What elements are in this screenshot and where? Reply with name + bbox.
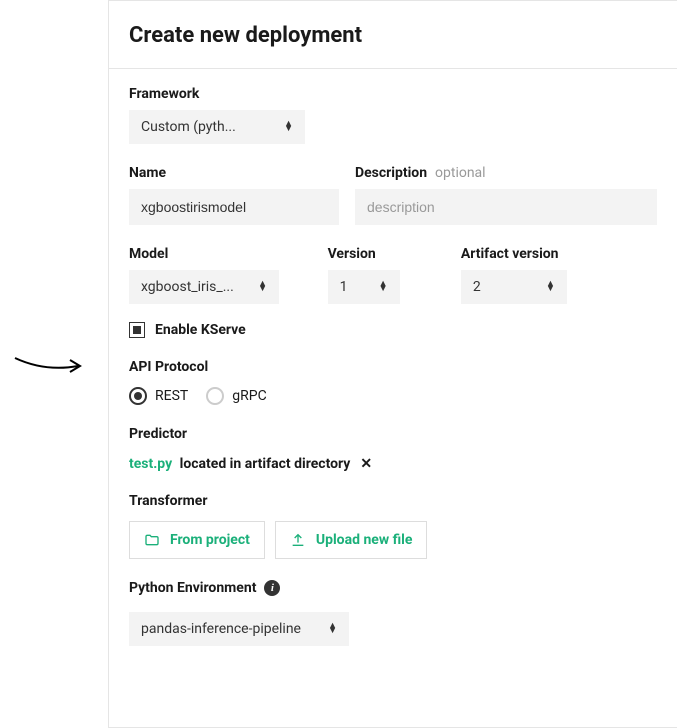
radio-rest-label: REST: [155, 388, 188, 404]
artifact-version-select[interactable]: 2 ▲▼: [461, 270, 567, 304]
name-label: Name: [129, 165, 166, 181]
artifact-version-selected: 2: [473, 279, 481, 295]
page-title: Create new deployment: [129, 23, 657, 48]
radio-grpc-label: gRPC: [232, 388, 266, 404]
version-selected: 1: [340, 279, 348, 295]
checkbox-checked-icon: [133, 326, 141, 334]
name-input[interactable]: [129, 189, 339, 225]
predictor-remove-icon[interactable]: ✕: [360, 456, 372, 472]
radio-grpc[interactable]: gRPC: [206, 387, 266, 405]
description-input[interactable]: [355, 189, 657, 225]
sort-icon: ▲▼: [258, 282, 267, 292]
upload-new-file-button[interactable]: Upload new file: [275, 521, 428, 559]
enable-kserve-label: Enable KServe: [155, 322, 246, 338]
framework-selected: Custom (pyth...: [141, 119, 236, 135]
from-project-button[interactable]: From project: [129, 521, 265, 559]
framework-label: Framework: [129, 86, 199, 102]
radio-rest[interactable]: REST: [129, 387, 188, 405]
sort-icon: ▲▼: [546, 282, 555, 292]
model-select[interactable]: xgboost_iris_... ▲▼: [129, 270, 279, 304]
framework-select[interactable]: Custom (pyth... ▲▼: [129, 110, 305, 144]
predictor-file[interactable]: test.py: [129, 456, 172, 472]
enable-kserve-checkbox[interactable]: [129, 322, 145, 338]
version-label: Version: [328, 246, 376, 262]
upload-label: Upload new file: [316, 532, 413, 548]
deployment-panel: Create new deployment Framework Custom (…: [108, 0, 677, 728]
model-selected: xgboost_iris_...: [141, 279, 234, 295]
predictor-location: located in artifact directory: [180, 456, 351, 472]
sort-icon: ▲▼: [284, 122, 293, 132]
panel-header: Create new deployment: [109, 1, 677, 69]
upload-icon: [290, 532, 306, 548]
predictor-label: Predictor: [129, 426, 187, 442]
transformer-label: Transformer: [129, 493, 208, 509]
annotation-arrow: [10, 352, 90, 382]
from-project-label: From project: [170, 532, 250, 548]
description-optional: optional: [435, 165, 486, 181]
radio-checked-icon: [134, 392, 142, 400]
sort-icon: ▲▼: [379, 282, 388, 292]
description-label: Description: [355, 165, 427, 181]
python-env-select[interactable]: pandas-inference-pipeline ▲▼: [129, 612, 349, 646]
model-label: Model: [129, 246, 168, 262]
python-env-label: Python Environment: [129, 580, 256, 596]
info-icon[interactable]: i: [264, 580, 280, 596]
artifact-version-label: Artifact version: [461, 246, 559, 262]
python-env-selected: pandas-inference-pipeline: [141, 621, 301, 637]
api-protocol-label: API Protocol: [129, 359, 208, 375]
folder-icon: [144, 532, 160, 548]
sort-icon: ▲▼: [328, 624, 337, 634]
version-select[interactable]: 1 ▲▼: [328, 270, 400, 304]
